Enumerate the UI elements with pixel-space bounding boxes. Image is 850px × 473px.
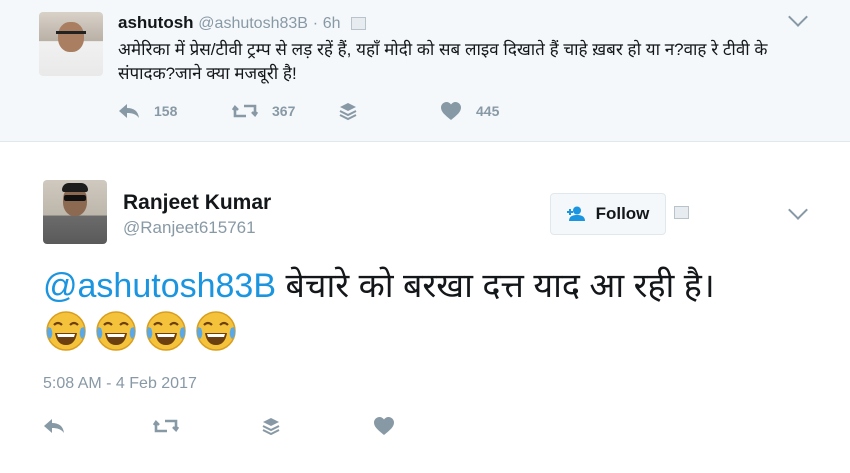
- parent-tweet[interactable]: ashutosh @ashutosh83B · 6h अमेरिका में प…: [0, 0, 850, 142]
- layers-icon: [262, 418, 280, 436]
- retweet-icon: [232, 104, 258, 118]
- avatar[interactable]: [39, 12, 103, 76]
- reply-button[interactable]: [43, 417, 153, 435]
- tweet-timestamp[interactable]: 5:08 AM - 4 Feb 2017: [43, 375, 197, 393]
- emoji-row: [44, 309, 244, 353]
- moments-button[interactable]: [261, 416, 373, 436]
- parent-tweet-header: ashutosh @ashutosh83B · 6h: [118, 13, 367, 33]
- chevron-down-icon[interactable]: [788, 7, 808, 27]
- follow-button[interactable]: Follow: [550, 193, 666, 235]
- retweet-button[interactable]: [153, 417, 261, 435]
- add-user-icon: [566, 206, 585, 221]
- reply-icon: [44, 419, 64, 433]
- reply-count: 158: [154, 103, 178, 119]
- author-name[interactable]: ashutosh: [118, 13, 194, 32]
- tweet-actions: [43, 413, 395, 439]
- tweet-actions: 158 367 445: [118, 98, 499, 124]
- avatar[interactable]: [43, 180, 107, 244]
- media-icon: [351, 17, 367, 31]
- moments-button[interactable]: [338, 101, 440, 121]
- like-button[interactable]: 445: [440, 101, 499, 121]
- follow-label: Follow: [595, 204, 650, 223]
- separator: ·: [312, 15, 319, 32]
- chevron-down-icon[interactable]: [788, 200, 808, 220]
- like-count: 445: [476, 103, 500, 119]
- tweet-body: बेचारे को बरखा दत्त याद आ रही है।: [276, 267, 715, 305]
- author-handle[interactable]: @Ranjeet615761: [123, 218, 256, 238]
- layers-icon: [339, 103, 357, 121]
- tears-of-joy-emoji-icon: [46, 311, 86, 351]
- media-icon: [674, 204, 689, 222]
- heart-icon: [374, 417, 394, 435]
- like-button[interactable]: [373, 416, 395, 436]
- author-handle[interactable]: @ashutosh83B: [198, 15, 308, 32]
- tears-of-joy-emoji-icon: [146, 311, 186, 351]
- retweet-count: 367: [272, 103, 296, 119]
- retweet-button[interactable]: 367: [232, 102, 338, 120]
- tweet-text: @ashutosh83B बेचारे को बरखा दत्त याद आ र…: [43, 263, 813, 309]
- avatar-sunglasses: [64, 195, 86, 201]
- tears-of-joy-emoji-icon: [96, 311, 136, 351]
- reply-button[interactable]: 158: [118, 102, 232, 120]
- retweet-icon: [153, 419, 179, 433]
- mention-link[interactable]: @ashutosh83B: [43, 267, 276, 305]
- heart-icon: [441, 102, 461, 120]
- avatar-glasses: [56, 31, 86, 40]
- avatar-hair: [62, 183, 88, 192]
- tweet-text: अमेरिका में प्रेस/टीवी ट्रम्प से लड़ रहे…: [118, 40, 768, 83]
- reply-icon: [119, 104, 139, 118]
- tears-of-joy-emoji-icon: [196, 311, 236, 351]
- author-name[interactable]: Ranjeet Kumar: [123, 191, 271, 215]
- tweet-time[interactable]: 6h: [323, 15, 341, 32]
